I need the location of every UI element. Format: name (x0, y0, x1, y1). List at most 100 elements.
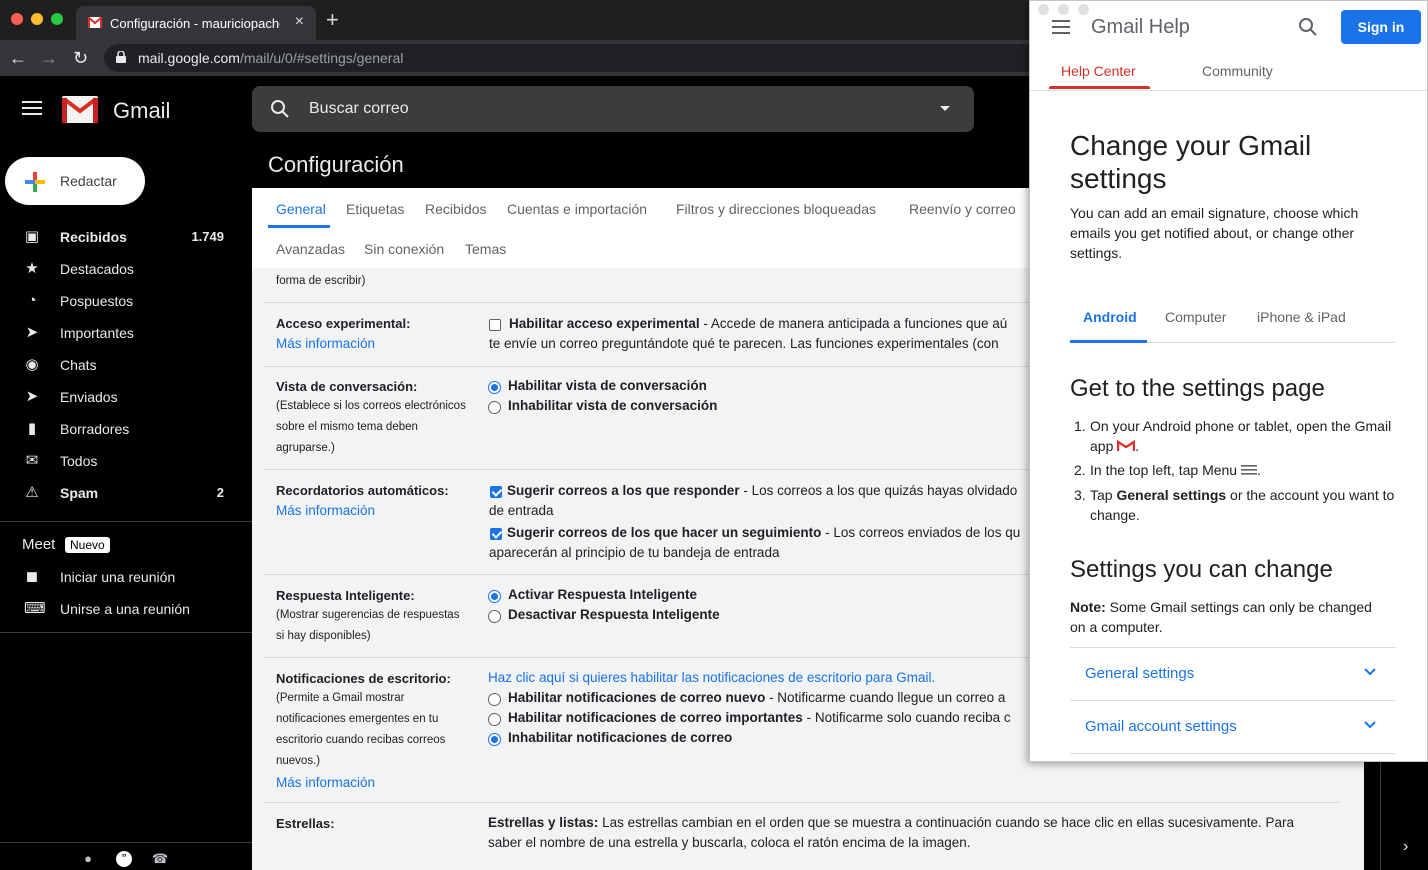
sidebar-item-label: Pospuestos (60, 293, 134, 309)
sidebar-item-label: Todos (60, 453, 98, 469)
tab-forwarding[interactable]: Reenvío y correo (909, 201, 1016, 217)
accordion-divider (1070, 753, 1396, 754)
sidebar-item-drafts[interactable]: ▮ Borradores (0, 413, 252, 445)
more-info-link[interactable]: Más información (276, 503, 375, 518)
notif-off-radio[interactable] (488, 733, 501, 746)
nudge-followup-checkbox[interactable] (490, 528, 502, 540)
tab-title: Configuración - mauriciopache (110, 16, 280, 31)
notif-important-radio[interactable] (488, 713, 501, 726)
hangouts-icon[interactable]: ” (116, 851, 132, 867)
smart-reply-on-radio[interactable] (488, 590, 501, 603)
search-input[interactable]: Buscar correo (252, 86, 974, 132)
forward-icon[interactable]: → (40, 48, 58, 68)
star-icon: ★ (25, 260, 39, 277)
stars-desc-line2: saber el nombre de una estrella y buscar… (488, 835, 971, 850)
minimize-window-button[interactable] (31, 13, 43, 25)
gmail-logo-icon[interactable] (62, 96, 98, 123)
smart-reply-on-label: Activar Respuesta Inteligente (508, 587, 698, 602)
enable-desktop-notif-link[interactable]: Haz clic aquí si quieres habilitar las n… (488, 668, 935, 688)
nudge-reply-checkbox[interactable] (490, 486, 502, 498)
reload-icon[interactable]: ↻ (73, 48, 88, 68)
note-label: Note: (1070, 599, 1106, 615)
step-text: On your Android phone or tablet, open th… (1090, 418, 1392, 434)
more-info-link[interactable]: Más información (276, 336, 375, 351)
sidebar-item-sent[interactable]: ➤ Enviados (0, 381, 252, 413)
sidebar-item-spam[interactable]: ⚠ Spam 2 (0, 477, 252, 509)
chevron-down-icon (1364, 668, 1376, 676)
chevron-right-icon[interactable]: › (1403, 838, 1408, 856)
tab-accounts[interactable]: Cuentas e importación (507, 201, 647, 217)
person-icon[interactable]: ● (80, 851, 96, 867)
join-meeting-item[interactable]: ⌨ Unirse a una reunión (0, 593, 252, 625)
browser-tab[interactable]: Configuración - mauriciopache × (76, 6, 316, 40)
search-icon[interactable] (270, 99, 290, 119)
desktop-notif-label: Notificaciones de escritorio: (276, 671, 451, 686)
stars-desc-title: Estrellas y listas: (488, 815, 599, 830)
tab-general[interactable]: General (276, 201, 326, 217)
sidebar-bottom-bar: ● ” ☎ (0, 842, 252, 870)
maximize-window-button[interactable] (51, 13, 63, 25)
help-menu-icon[interactable] (1052, 20, 1070, 38)
article-intro: You can add an email signature, choose w… (1070, 205, 1359, 261)
sidebar-item-starred[interactable]: ★ Destacados (0, 253, 252, 285)
tab-computer[interactable]: Computer (1165, 309, 1226, 325)
tab-inbox[interactable]: Recibidos (425, 201, 486, 217)
experimental-checkbox[interactable] (489, 319, 501, 331)
smart-reply-off-radio[interactable] (488, 610, 501, 623)
sidebar-item-label: Enviados (60, 389, 118, 405)
side-panel-strip: › (1380, 762, 1428, 870)
sidebar-item-all-mail[interactable]: ✉ Todos (0, 445, 252, 477)
compose-button[interactable]: Redactar (5, 157, 145, 205)
back-icon[interactable]: ← (9, 48, 27, 68)
clock-icon: ◔ (27, 292, 37, 309)
conversation-off-radio[interactable] (488, 401, 501, 414)
main-menu-icon[interactable] (22, 101, 42, 119)
search-icon[interactable] (1298, 17, 1318, 37)
general-settings-accordion[interactable]: General settings (1070, 647, 1396, 700)
tab-advanced[interactable]: Avanzadas (276, 241, 345, 257)
step-text: Tap (1090, 487, 1117, 503)
compose-label: Redactar (60, 173, 117, 189)
tab-labels[interactable]: Etiquetas (346, 201, 404, 217)
conversation-label: Vista de conversación: (276, 379, 418, 394)
close-tab-icon[interactable]: × (295, 13, 304, 31)
previous-setting-fragment: forma de escribir) (276, 275, 366, 287)
accordion-label: General settings (1085, 665, 1195, 682)
conversation-desc-2: sobre el mismo tema deben (276, 421, 418, 433)
url-input[interactable]: mail.google.com/mail/u/0/#settings/gener… (104, 44, 1104, 72)
conversation-desc-3: agruparse.) (276, 442, 335, 454)
nudge-reply-line2: de entrada (489, 503, 554, 518)
sign-in-button[interactable]: Sign in (1341, 10, 1421, 44)
sidebar-item-snoozed[interactable]: ◔ Pospuestos (0, 285, 252, 317)
notif-important-desc: - Notificarme solo cuando reciba c (802, 710, 1011, 725)
new-tab-button[interactable]: + (326, 9, 339, 31)
stars-label: Estrellas: (276, 816, 335, 831)
section-heading: Settings you can change (1070, 556, 1333, 583)
tab-themes[interactable]: Temas (465, 241, 506, 257)
tab-community[interactable]: Community (1202, 63, 1273, 79)
tab-help-center[interactable]: Help Center (1061, 63, 1136, 79)
smart-reply-label: Respuesta Inteligente: (276, 588, 415, 603)
sidebar-item-inbox[interactable]: ▣ Recibidos 1.749 (0, 221, 252, 253)
search-placeholder: Buscar correo (309, 100, 409, 117)
start-meeting-item[interactable]: ◼ Iniciar una reunión (0, 561, 252, 593)
phone-icon[interactable]: ☎ (152, 851, 168, 867)
smart-reply-off-label: Desactivar Respuesta Inteligente (508, 607, 720, 622)
gmail-app-icon (1117, 439, 1136, 451)
more-info-link[interactable]: Más información (276, 775, 375, 790)
tab-offline[interactable]: Sin conexión (364, 241, 444, 257)
tab-iphone-ipad[interactable]: iPhone & iPad (1257, 309, 1346, 325)
sidebar-item-chats[interactable]: ◉ Chats (0, 349, 252, 381)
tab-android[interactable]: Android (1083, 309, 1137, 325)
search-options-icon[interactable] (940, 106, 950, 111)
notif-new-mail-radio[interactable] (488, 693, 501, 706)
close-window-button[interactable] (11, 13, 23, 25)
desktop-notif-desc-4: nuevos.) (276, 755, 321, 767)
notif-new-mail-title: Habilitar notificaciones de correo nuevo (508, 690, 766, 705)
sidebar-item-important[interactable]: ➤ Importantes (0, 317, 252, 349)
conversation-on-radio[interactable] (488, 381, 501, 394)
meet-item-label: Iniciar una reunión (60, 569, 176, 585)
gmail-favicon-icon (88, 17, 102, 28)
tab-filters[interactable]: Filtros y direcciones bloqueadas (676, 201, 876, 217)
account-settings-accordion[interactable]: Gmail account settings (1070, 700, 1396, 753)
